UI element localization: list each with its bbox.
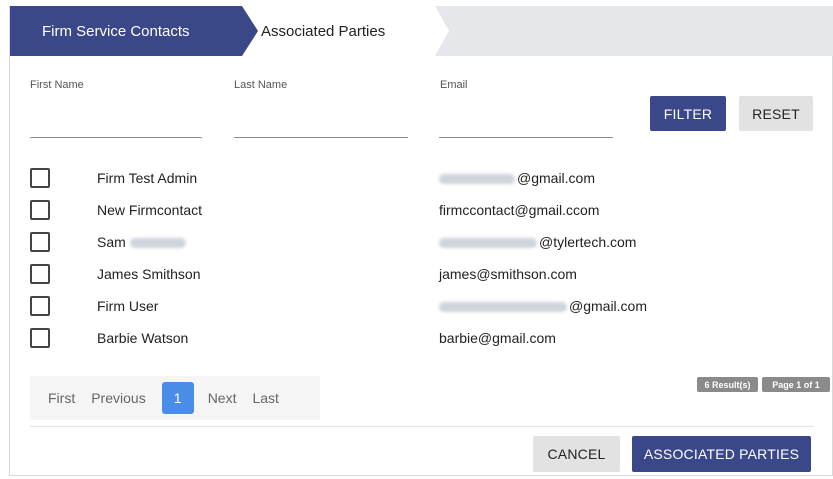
contact-email-visible: @gmail.com bbox=[569, 298, 648, 314]
contact-row: James Smithson james@smithson.com bbox=[30, 258, 810, 290]
tab-bar: Associated Parties Firm Service Contacts bbox=[10, 6, 833, 56]
contact-row: Firm Test Admin @gmail.com bbox=[30, 162, 810, 194]
contact-email: @gmail.com bbox=[439, 298, 647, 314]
email-input[interactable] bbox=[439, 110, 613, 138]
row-checkbox[interactable] bbox=[30, 296, 50, 316]
contact-name: Firm User bbox=[97, 298, 159, 314]
last-name-input[interactable] bbox=[234, 110, 408, 138]
firm-contacts-dialog: Associated Parties Firm Service Contacts… bbox=[9, 6, 833, 476]
contact-name: James Smithson bbox=[97, 266, 201, 282]
last-name-label: Last Name bbox=[234, 79, 288, 91]
pagination-previous[interactable]: Previous bbox=[91, 390, 145, 406]
row-checkbox[interactable] bbox=[30, 168, 50, 188]
contact-email-visible: james@smithson.com bbox=[439, 266, 577, 282]
tab-firm-service-contacts[interactable]: Firm Service Contacts bbox=[10, 6, 258, 56]
contact-name: Firm Test Admin bbox=[97, 170, 198, 186]
contact-email-visible: @gmail.com bbox=[517, 170, 596, 186]
footer-divider bbox=[30, 426, 814, 427]
row-checkbox[interactable] bbox=[30, 232, 50, 252]
redacted-text bbox=[439, 238, 537, 249]
email-label: Email bbox=[440, 79, 468, 91]
first-name-input[interactable] bbox=[30, 110, 202, 138]
row-checkbox[interactable] bbox=[30, 200, 50, 220]
reset-button[interactable]: RESET bbox=[739, 96, 813, 131]
cancel-button[interactable]: CANCEL bbox=[533, 436, 620, 472]
tab-firm-service-contacts-label: Firm Service Contacts bbox=[42, 22, 190, 40]
page-info-badge: Page 1 of 1 bbox=[762, 377, 830, 392]
redacted-text bbox=[129, 238, 186, 249]
pagination-first[interactable]: First bbox=[48, 390, 75, 406]
pagination-last[interactable]: Last bbox=[252, 390, 278, 406]
pagination-current-page[interactable]: 1 bbox=[161, 382, 194, 414]
contact-email-visible: @tylertech.com bbox=[539, 234, 637, 250]
first-name-label: First Name bbox=[30, 79, 84, 91]
contact-email: barbie@gmail.com bbox=[439, 330, 556, 346]
contact-email-visible: barbie@gmail.com bbox=[439, 330, 556, 346]
contact-email: james@smithson.com bbox=[439, 266, 577, 282]
contact-name-visible: Sam bbox=[97, 234, 126, 250]
redacted-text bbox=[439, 174, 515, 185]
redacted-text bbox=[439, 302, 567, 313]
contact-email: @tylertech.com bbox=[439, 234, 636, 250]
contact-name: Sam bbox=[97, 234, 188, 250]
contact-name: Barbie Watson bbox=[97, 330, 189, 346]
tab-associated-parties-label: Associated Parties bbox=[261, 22, 386, 40]
contact-row: New Firmcontact firmccontact@gmail.ccom bbox=[30, 194, 810, 226]
contact-row: Barbie Watson barbie@gmail.com bbox=[30, 322, 810, 354]
filter-button[interactable]: FILTER bbox=[650, 96, 726, 131]
pagination-next[interactable]: Next bbox=[208, 390, 237, 406]
results-count-badge: 6 Result(s) bbox=[697, 377, 758, 392]
row-checkbox[interactable] bbox=[30, 264, 50, 284]
associated-parties-button[interactable]: ASSOCIATED PARTIES bbox=[632, 436, 811, 472]
contact-row: Sam @tylertech.com bbox=[30, 226, 810, 258]
contact-email-visible: firmccontact@gmail.ccom bbox=[439, 202, 600, 218]
row-checkbox[interactable] bbox=[30, 328, 50, 348]
tab-associated-parties[interactable]: Associated Parties bbox=[235, 6, 449, 56]
contact-email: @gmail.com bbox=[439, 170, 595, 186]
pagination: First Previous 1 Next Last bbox=[30, 376, 320, 420]
contact-row: Firm User @gmail.com bbox=[30, 290, 810, 322]
contact-email: firmccontact@gmail.ccom bbox=[439, 202, 599, 218]
contact-name: New Firmcontact bbox=[97, 202, 203, 218]
